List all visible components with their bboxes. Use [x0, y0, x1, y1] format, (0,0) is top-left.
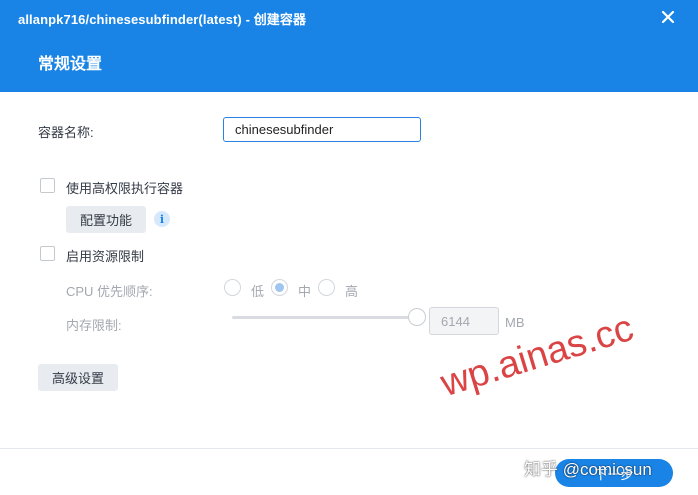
- cpu-priority-medium-label: 中: [298, 284, 312, 299]
- cpu-priority-low-label: 低: [251, 284, 265, 299]
- advanced-settings-button[interactable]: 高级设置: [38, 364, 118, 391]
- cpu-priority-high-label: 高: [345, 284, 359, 299]
- configure-capabilities-button[interactable]: 配置功能: [66, 206, 146, 233]
- close-icon[interactable]: [660, 9, 676, 25]
- memory-limit-input[interactable]: [429, 307, 499, 335]
- cpu-priority-medium-radio[interactable]: [271, 279, 288, 296]
- watermark-credit: 知乎 @comicsun: [524, 460, 652, 479]
- cpu-priority-label: CPU 优先顺序:: [66, 284, 153, 299]
- memory-unit-label: MB: [505, 315, 525, 330]
- memory-slider-track[interactable]: [232, 316, 417, 319]
- memory-slider-handle[interactable]: [408, 308, 426, 326]
- footer-divider: [0, 448, 698, 449]
- dialog-header: allanpk716/chinesesubfinder(latest) - 创建…: [0, 0, 698, 92]
- container-name-label: 容器名称:: [38, 125, 94, 140]
- privileged-checkbox[interactable]: [40, 178, 55, 193]
- cpu-priority-high-radio[interactable]: [318, 279, 335, 296]
- resource-limit-checkbox[interactable]: [40, 246, 55, 261]
- memory-limit-label: 内存限制:: [66, 318, 122, 333]
- info-icon[interactable]: i: [154, 211, 170, 227]
- privileged-label: 使用高权限执行容器: [66, 181, 184, 196]
- window-title: allanpk716/chinesesubfinder(latest) - 创建…: [18, 12, 307, 27]
- section-title: 常规设置: [38, 56, 103, 73]
- resource-limit-label: 启用资源限制: [66, 249, 145, 264]
- cpu-priority-low-radio[interactable]: [224, 279, 241, 296]
- container-name-input[interactable]: [223, 117, 421, 142]
